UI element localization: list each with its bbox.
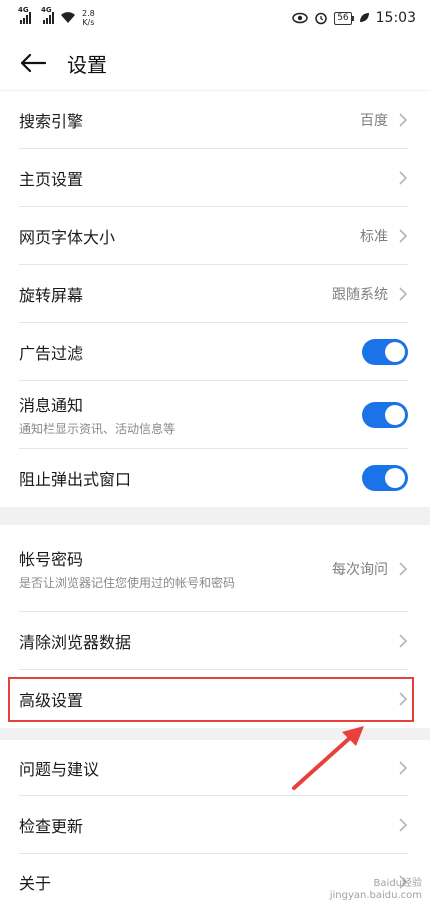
settings-group-general: 搜索引擎 百度 主页设置 网页字体大小 标准 旋转屏幕 跟随系统 广告过滤 消息… xyxy=(0,91,430,507)
row-notifications: 消息通知 通知栏显示资讯、活动信息等 xyxy=(0,381,430,449)
network-speed: 2.8 K/s xyxy=(82,9,95,27)
row-label: 阻止弹出式窗口 xyxy=(19,470,132,489)
row-subtitle: 是否让浏览器记住您使用过的帐号和密码 xyxy=(19,575,236,590)
row-advanced-settings[interactable]: 高级设置 xyxy=(0,670,430,728)
row-check-update[interactable]: 检查更新 xyxy=(0,796,430,854)
eye-icon xyxy=(292,12,308,24)
chevron-right-icon xyxy=(399,634,408,648)
chevron-right-icon xyxy=(399,287,408,301)
annotation-arrow-icon xyxy=(292,726,364,790)
row-label: 旋转屏幕 xyxy=(19,286,84,305)
block-popups-toggle[interactable] xyxy=(362,465,408,491)
network-type-label-2: 4G xyxy=(41,6,52,14)
settings-group-privacy: 帐号密码 是否让浏览器记住您使用过的帐号和密码 每次询问 清除浏览器数据 高级设… xyxy=(0,525,430,728)
alarm-icon xyxy=(315,12,327,25)
row-value: 百度 xyxy=(360,113,388,129)
row-label: 检查更新 xyxy=(19,817,84,836)
signal-icon: 4G xyxy=(18,6,31,24)
row-value: 标准 xyxy=(360,229,388,245)
row-label: 帐号密码 xyxy=(19,549,84,569)
row-clear-data[interactable]: 清除浏览器数据 xyxy=(0,612,430,670)
chevron-right-icon xyxy=(399,692,408,706)
chevron-right-icon xyxy=(399,818,408,832)
row-rotate-screen[interactable]: 旋转屏幕 跟随系统 xyxy=(0,265,430,323)
notifications-toggle[interactable] xyxy=(362,402,408,428)
row-font-size[interactable]: 网页字体大小 标准 xyxy=(0,207,430,265)
row-label: 消息通知 xyxy=(19,396,84,415)
battery-icon: 56 xyxy=(334,11,355,25)
network-type-label: 4G xyxy=(18,6,29,14)
app-bar: 设置 xyxy=(0,36,430,90)
chevron-right-icon xyxy=(399,229,408,243)
arrow-left-icon xyxy=(20,53,46,73)
back-button[interactable] xyxy=(20,53,46,73)
row-label: 搜索引擎 xyxy=(19,112,84,131)
row-value: 跟随系统 xyxy=(332,287,388,303)
row-label: 主页设置 xyxy=(19,170,84,189)
row-value: 每次询问 xyxy=(332,561,388,578)
row-label: 清除浏览器数据 xyxy=(19,633,132,652)
row-label: 网页字体大小 xyxy=(19,228,116,247)
wifi-icon xyxy=(61,12,75,23)
page-title: 设置 xyxy=(67,52,107,77)
status-bar: 4G 4G 2.8 K/s 56 15:03 xyxy=(0,0,430,36)
signal-icon-2: 4G xyxy=(41,6,54,24)
chevron-right-icon xyxy=(399,171,408,185)
chevron-right-icon xyxy=(399,561,408,576)
row-passwords[interactable]: 帐号密码 是否让浏览器记住您使用过的帐号和密码 每次询问 xyxy=(0,525,430,612)
row-ad-filter: 广告过滤 xyxy=(0,323,430,381)
chevron-right-icon xyxy=(399,113,408,127)
ad-filter-toggle[interactable] xyxy=(362,339,408,365)
clock: 15:03 xyxy=(375,10,416,26)
row-homepage[interactable]: 主页设置 xyxy=(0,149,430,207)
leaf-icon xyxy=(359,13,369,22)
row-block-popups: 阻止弹出式窗口 xyxy=(0,449,430,507)
row-label: 广告过滤 xyxy=(19,344,84,363)
row-subtitle: 通知栏显示资讯、活动信息等 xyxy=(19,422,176,436)
row-label: 高级设置 xyxy=(19,691,84,710)
row-search-engine[interactable]: 搜索引擎 百度 xyxy=(0,91,430,149)
watermark: Baidu经验 jingyan.baidu.com xyxy=(329,878,422,901)
chevron-right-icon xyxy=(399,761,408,775)
